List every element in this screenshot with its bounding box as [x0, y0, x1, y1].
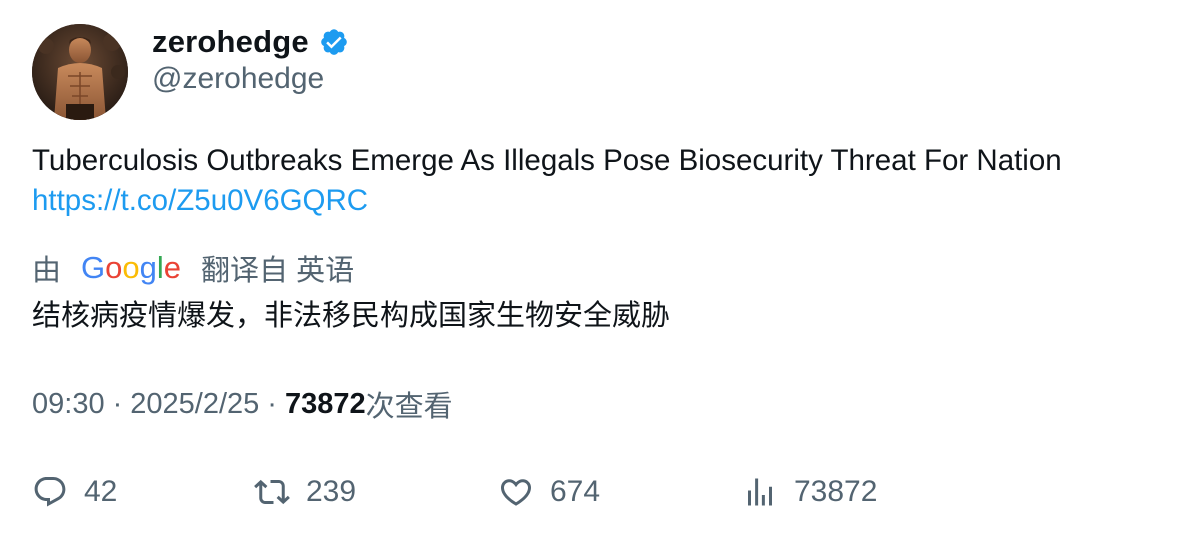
like-count: 674 — [550, 475, 601, 508]
analytics-icon — [748, 478, 772, 506]
translated-text: 结核病疫情爆发，非法移民构成国家生物安全威胁 — [32, 300, 671, 332]
translated-by-label: 由 — [32, 255, 62, 287]
translated-from-label[interactable]: 翻译自 英语 — [201, 247, 354, 289]
meta-separator: · — [267, 387, 277, 420]
repost-icon — [254, 479, 290, 505]
meta-separator: · — [112, 387, 123, 420]
reply-count: 42 — [84, 475, 118, 508]
views-button[interactable]: 73872 — [742, 470, 877, 514]
display-name[interactable]: zerohedge — [152, 24, 309, 60]
tweet-link[interactable]: https://t.co/Z5u0V6GQRC — [32, 181, 368, 221]
heart-icon — [500, 479, 532, 506]
views-count: 73872 — [284, 387, 366, 420]
author-name-row: zerohedge — [152, 22, 349, 62]
tweet-text: Tuberculosis Outbreaks Emerge As Illegal… — [32, 144, 1062, 177]
views-action-count: 73872 — [794, 475, 878, 508]
repost-count: 239 — [306, 475, 357, 508]
avatar-image — [32, 24, 128, 120]
avatar[interactable] — [32, 24, 128, 120]
reply-button[interactable]: 42 — [32, 470, 117, 514]
author-handle[interactable]: @zerohedge — [152, 62, 324, 96]
action-bar: 42 239 674 73872 — [32, 470, 932, 514]
repost-button[interactable]: 239 — [254, 470, 356, 514]
google-logo-icon: Google — [81, 250, 182, 285]
translation-attribution: 由 Google 翻译自 英语 — [32, 246, 354, 290]
like-button[interactable]: 674 — [498, 470, 600, 514]
tweet-date[interactable]: 2025/2/25 — [130, 388, 259, 421]
reply-icon — [34, 477, 66, 507]
verified-badge-icon[interactable] — [319, 27, 349, 57]
views-label: 次查看 — [365, 391, 453, 423]
tweet-meta: 09:30 · 2025/2/25 · 73872 次查看 — [32, 384, 453, 424]
tweet-time[interactable]: 09:30 — [32, 388, 105, 421]
